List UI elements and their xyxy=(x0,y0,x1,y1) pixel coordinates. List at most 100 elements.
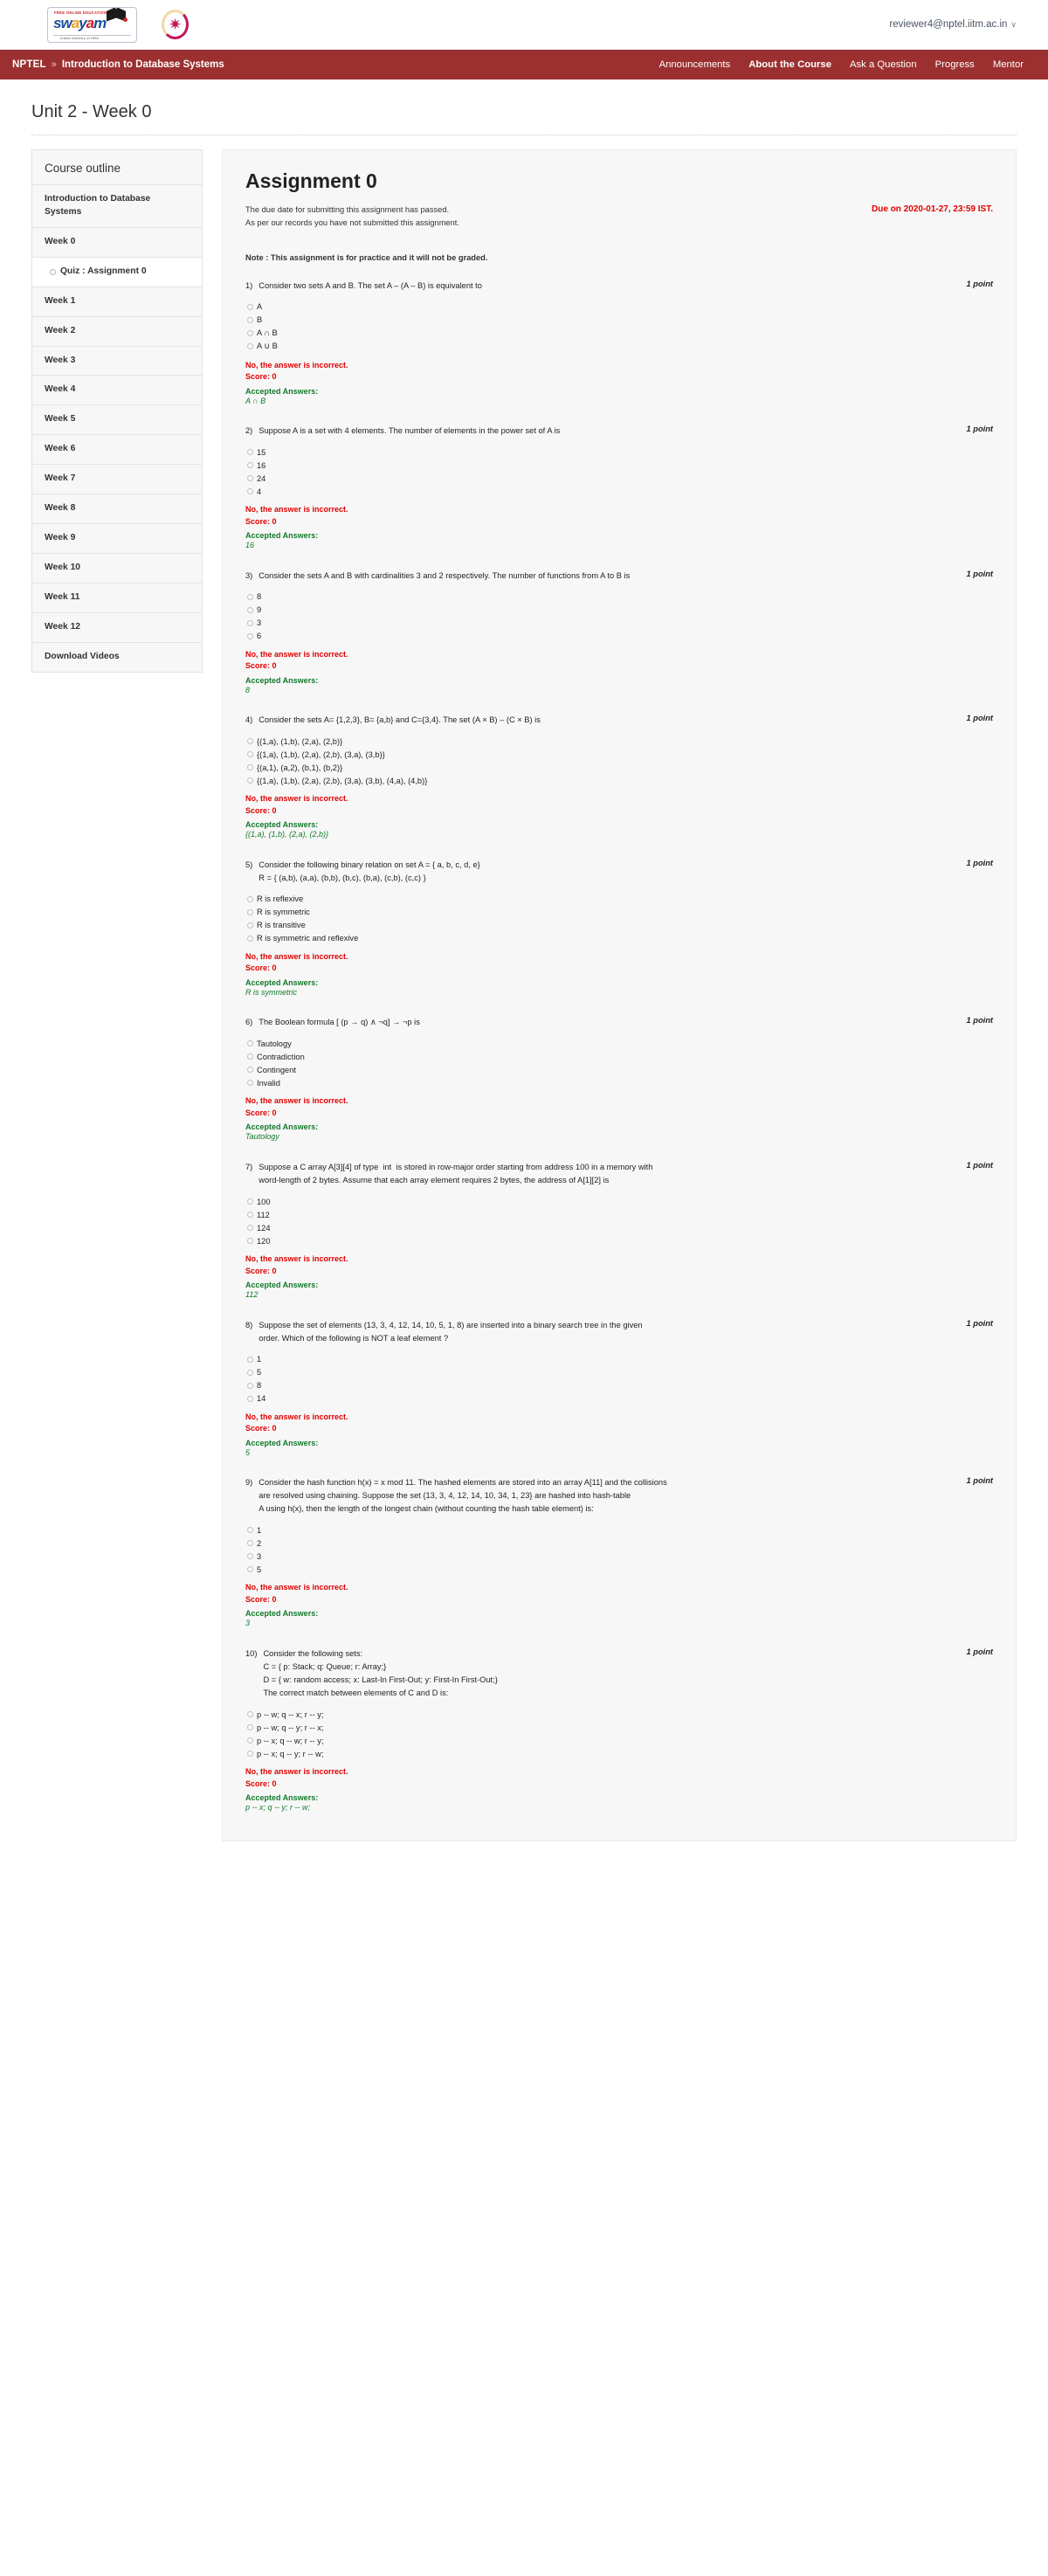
radio-icon[interactable] xyxy=(247,1724,253,1730)
radio-icon[interactable] xyxy=(247,751,253,758)
radio-icon[interactable] xyxy=(247,908,253,915)
radio-icon[interactable] xyxy=(247,895,253,902)
option-row[interactable]: Tautology xyxy=(245,1037,993,1050)
option-row[interactable]: A ∩ B xyxy=(245,327,993,340)
option-row[interactable]: Contradiction xyxy=(245,1050,993,1063)
option-row[interactable]: 1 xyxy=(245,1523,993,1537)
radio-icon[interactable] xyxy=(247,1553,253,1560)
radio-icon[interactable] xyxy=(247,1080,253,1087)
radio-icon[interactable] xyxy=(247,1212,253,1219)
sidebar-item-week-7[interactable]: Week 7 xyxy=(32,464,202,494)
radio-icon[interactable] xyxy=(247,488,253,495)
breadcrumb-nptel-link[interactable]: NPTEL xyxy=(12,59,46,70)
option-row[interactable]: 9 xyxy=(245,604,993,617)
radio-icon[interactable] xyxy=(247,316,253,323)
radio-icon[interactable] xyxy=(247,343,253,350)
option-row[interactable]: {(a,1), (a,2), (b,1), (b,2)} xyxy=(245,761,993,774)
option-row[interactable]: 112 xyxy=(245,1208,993,1221)
radio-icon[interactable] xyxy=(247,777,253,784)
option-row[interactable]: A xyxy=(245,300,993,314)
sidebar-item-week-0[interactable]: Week 0 xyxy=(32,226,202,257)
radio-icon[interactable] xyxy=(247,475,253,482)
option-row[interactable]: p -- w; q -- x; r -- y; xyxy=(245,1708,993,1721)
option-row[interactable]: 5 xyxy=(245,1563,993,1576)
sidebar-item-week-10[interactable]: Week 10 xyxy=(32,552,202,583)
nptel-logo[interactable]: ✷ xyxy=(162,10,189,39)
option-row[interactable]: p -- x; q -- w; r -- y; xyxy=(245,1734,993,1747)
option-row[interactable]: p -- x; q -- y; r -- w; xyxy=(245,1747,993,1760)
radio-icon[interactable] xyxy=(247,329,253,336)
option-row[interactable]: 14 xyxy=(245,1392,993,1405)
option-row[interactable]: Invalid xyxy=(245,1076,993,1089)
option-row[interactable]: 8 xyxy=(245,590,993,604)
option-row[interactable]: 3 xyxy=(245,617,993,630)
option-row[interactable]: 8 xyxy=(245,1379,993,1392)
nav-link-about-the-course[interactable]: About the Course xyxy=(748,59,831,70)
radio-icon[interactable] xyxy=(247,1067,253,1074)
option-row[interactable]: R is symmetric and reflexive xyxy=(245,932,993,945)
option-row[interactable]: {(1,a), (1,b), (2,a), (2,b), (3,a), (3,b… xyxy=(245,748,993,761)
radio-icon[interactable] xyxy=(247,619,253,626)
option-row[interactable]: R is symmetric xyxy=(245,906,993,919)
radio-icon[interactable] xyxy=(247,449,253,456)
option-row[interactable]: 120 xyxy=(245,1234,993,1247)
user-account-menu[interactable]: reviewer4@nptel.iitm.ac.in ∨ xyxy=(889,19,1017,30)
sidebar-item-quiz-assignment-0[interactable]: Quiz : Assignment 0 xyxy=(32,256,202,287)
radio-icon[interactable] xyxy=(247,1382,253,1389)
swayam-logo[interactable]: FREE ONLINE EDUCATION swayam Indian Mini… xyxy=(47,6,137,43)
option-row[interactable]: 6 xyxy=(245,630,993,643)
option-row[interactable]: 3 xyxy=(245,1550,993,1563)
radio-icon[interactable] xyxy=(247,1737,253,1744)
radio-icon[interactable] xyxy=(247,1053,253,1060)
nav-link-ask-a-question[interactable]: Ask a Question xyxy=(850,59,917,70)
sidebar-item-week-2[interactable]: Week 2 xyxy=(32,315,202,346)
option-row[interactable]: 24 xyxy=(245,472,993,485)
option-row[interactable]: 2 xyxy=(245,1537,993,1550)
option-row[interactable]: R is reflexive xyxy=(245,893,993,906)
sidebar-item-week-8[interactable]: Week 8 xyxy=(32,494,202,523)
radio-icon[interactable] xyxy=(247,303,253,310)
option-row[interactable]: 124 xyxy=(245,1221,993,1234)
option-row[interactable]: 16 xyxy=(245,459,993,472)
radio-icon[interactable] xyxy=(247,1356,253,1363)
sidebar-item-week-3[interactable]: Week 3 xyxy=(32,345,202,376)
breadcrumb-course-name[interactable]: Introduction to Database Systems xyxy=(62,59,224,70)
option-row[interactable]: {(1,a), (1,b), (2,a), (2,b), (3,a), (3,b… xyxy=(245,774,993,787)
option-row[interactable]: {(1,a), (1,b), (2,a), (2,b)} xyxy=(245,735,993,748)
radio-icon[interactable] xyxy=(247,738,253,745)
radio-icon[interactable] xyxy=(247,1711,253,1717)
sidebar-item-week-9[interactable]: Week 9 xyxy=(32,523,202,553)
option-row[interactable]: Contingent xyxy=(245,1063,993,1076)
radio-icon[interactable] xyxy=(247,764,253,771)
radio-icon[interactable] xyxy=(247,462,253,469)
option-row[interactable]: 5 xyxy=(245,1366,993,1379)
sidebar-item-week-1[interactable]: Week 1 xyxy=(32,286,202,316)
radio-icon[interactable] xyxy=(247,632,253,639)
option-row[interactable]: 1 xyxy=(245,1353,993,1366)
radio-icon[interactable] xyxy=(247,1540,253,1547)
radio-icon[interactable] xyxy=(247,1527,253,1534)
radio-icon[interactable] xyxy=(247,593,253,600)
sidebar-item-week-6[interactable]: Week 6 xyxy=(32,434,202,464)
nav-link-announcements[interactable]: Announcements xyxy=(659,59,731,70)
radio-icon[interactable] xyxy=(247,606,253,613)
nav-link-mentor[interactable]: Mentor xyxy=(993,59,1024,70)
sidebar-item-week-11[interactable]: Week 11 xyxy=(32,582,202,612)
radio-icon[interactable] xyxy=(247,1395,253,1402)
nav-link-progress[interactable]: Progress xyxy=(935,59,975,70)
radio-icon[interactable] xyxy=(247,1040,253,1047)
option-row[interactable]: 100 xyxy=(245,1195,993,1208)
option-row[interactable]: A ∪ B xyxy=(245,340,993,354)
sidebar-item-download-videos[interactable]: Download Videos xyxy=(32,641,202,672)
option-row[interactable]: B xyxy=(245,314,993,327)
radio-icon[interactable] xyxy=(247,1198,253,1205)
radio-icon[interactable] xyxy=(247,922,253,929)
sidebar-item-week-5[interactable]: Week 5 xyxy=(32,404,202,434)
radio-icon[interactable] xyxy=(247,1566,253,1573)
sidebar-item-week-4[interactable]: Week 4 xyxy=(32,375,202,404)
radio-icon[interactable] xyxy=(247,1369,253,1376)
option-row[interactable]: p -- w; q -- y; r -- x; xyxy=(245,1721,993,1734)
radio-icon[interactable] xyxy=(247,1238,253,1245)
option-row[interactable]: R is transitive xyxy=(245,919,993,932)
radio-icon[interactable] xyxy=(247,1225,253,1232)
